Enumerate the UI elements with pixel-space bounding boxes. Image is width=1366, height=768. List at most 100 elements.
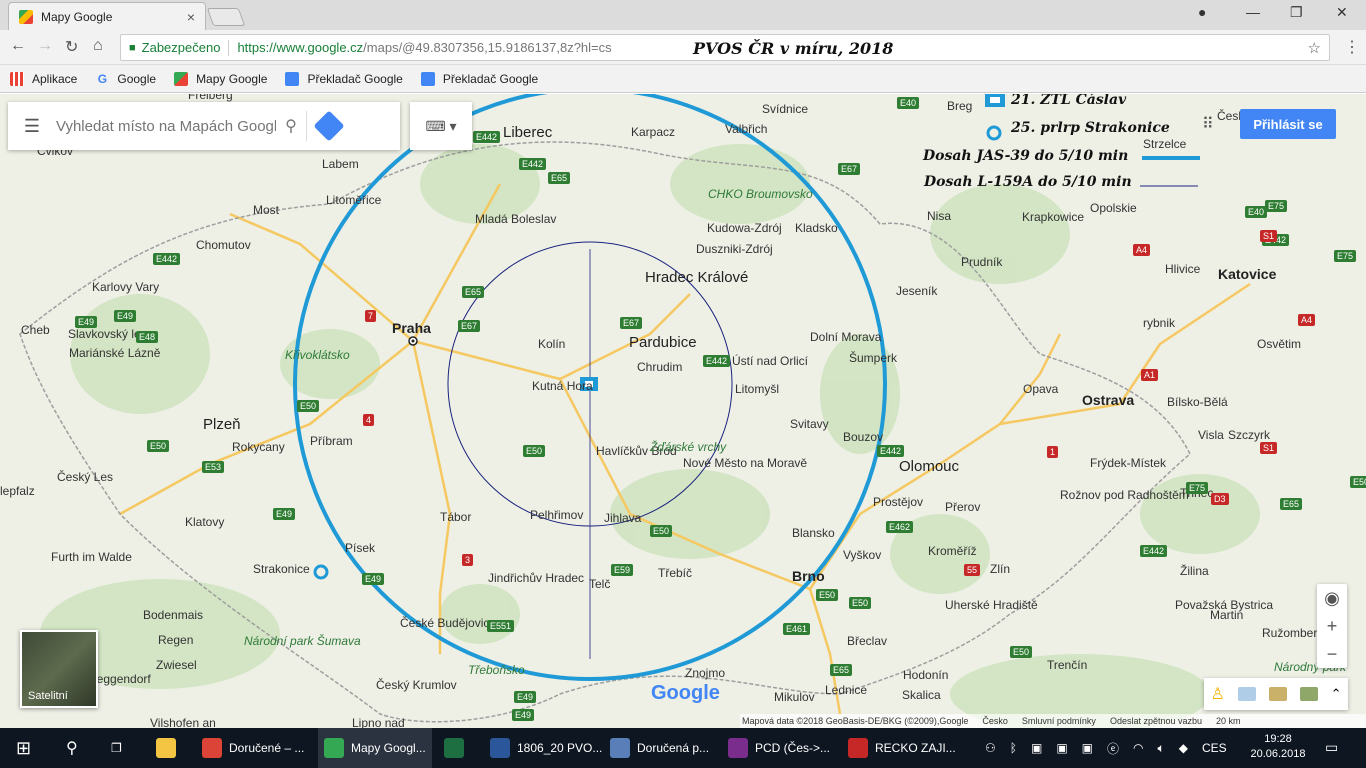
region-link[interactable]: Česko <box>982 716 1008 726</box>
zoom-out-button[interactable]: − <box>1317 640 1347 668</box>
place-label-zlin[interactable]: Zlín <box>990 562 1010 576</box>
place-label-katovice[interactable]: Katovice <box>1218 266 1276 282</box>
place-label-karpacz[interactable]: Karpacz <box>631 125 675 139</box>
place-label-pribram[interactable]: Příbram <box>310 434 353 448</box>
place-label-sumperk[interactable]: Šumperk <box>849 351 897 365</box>
place-label-opolskie[interactable]: Opolskie <box>1090 201 1137 215</box>
place-label-pb[interactable]: Považská Bystrica <box>1175 598 1273 612</box>
zoom-in-button[interactable]: + <box>1317 612 1347 640</box>
place-label-krivo[interactable]: Křivoklátsko <box>285 348 350 362</box>
place-label-valbrich[interactable]: Valbřich <box>725 122 767 136</box>
place-label-prerov[interactable]: Přerov <box>945 500 980 514</box>
place-label-lednice[interactable]: Lednice <box>825 683 867 697</box>
expand-icon[interactable]: ⌃ <box>1331 686 1342 702</box>
place-label-kolin[interactable]: Kolín <box>538 337 565 351</box>
place-label-kladsko[interactable]: Kladsko <box>795 221 838 235</box>
place-label-mb[interactable]: Mladá Boleslav <box>475 212 556 226</box>
pegman-icon[interactable]: ♙ <box>1210 684 1224 704</box>
place-label-prostejov[interactable]: Prostějov <box>873 495 923 509</box>
start-button[interactable]: ⊞ <box>10 728 37 768</box>
place-label-krapkowice[interactable]: Krapkowice <box>1022 210 1084 224</box>
place-label-bielsko[interactable]: Bílsko-Bělá <box>1167 395 1228 409</box>
language-indicator[interactable]: CES <box>1202 741 1227 755</box>
tray-app-icon[interactable]: ⓔ <box>1107 740 1119 757</box>
place-label-prudnik[interactable]: Prudník <box>961 255 1002 269</box>
place-label-most[interactable]: Most <box>253 203 279 217</box>
place-label-freiberg[interactable]: Freiberg <box>188 94 233 102</box>
place-label-nisa[interactable]: Nisa <box>927 209 951 223</box>
layer-thumb-icon[interactable] <box>1299 687 1318 701</box>
place-label-nmnm[interactable]: Nové Město na Moravě <box>683 456 807 470</box>
place-label-klatovy[interactable]: Klatovy <box>185 515 224 529</box>
clock[interactable]: 19:28 20.06.2018 <box>1248 732 1308 762</box>
place-label-brno[interactable]: Brno <box>792 568 825 584</box>
place-label-pisek[interactable]: Písek <box>345 541 375 555</box>
place-label-hodonin[interactable]: Hodonín <box>903 668 948 682</box>
menu-icon[interactable]: ⋮ <box>1344 37 1360 57</box>
place-label-pelhrimov[interactable]: Pelhřimov <box>530 508 583 522</box>
back-icon[interactable]: ← <box>10 37 26 55</box>
place-label-tabor[interactable]: Tábor <box>440 510 471 524</box>
taskbar-app-1[interactable]: Mapy Googl... <box>318 728 432 768</box>
profile-icon[interactable]: ● <box>1198 4 1206 20</box>
place-label-pardubice[interactable]: Pardubice <box>629 334 697 351</box>
new-tab-button[interactable] <box>206 8 246 26</box>
menu-hamburger-icon[interactable]: ☰ <box>8 116 56 137</box>
search-icon[interactable]: ⚲ <box>276 116 306 136</box>
place-label-rokycany[interactable]: Rokycany <box>232 440 285 454</box>
place-label-rybnik[interactable]: rybnik <box>1143 316 1175 330</box>
place-label-ostrava[interactable]: Ostrava <box>1082 392 1134 408</box>
taskbar-app-4[interactable]: Doručená p... <box>604 728 715 768</box>
place-label-strzelce[interactable]: Strzelce <box>1143 137 1186 151</box>
signin-button[interactable]: Přihlásit se <box>1240 109 1336 139</box>
volume-icon[interactable]: 🔈︎ <box>1158 741 1165 756</box>
place-label-kv[interactable]: Karlovy Vary <box>92 280 159 294</box>
place-label-slavkov[interactable]: Slavkovský les <box>68 327 147 341</box>
place-label-zwiesel[interactable]: Zwiesel <box>156 658 197 672</box>
place-label-uh[interactable]: Uherské Hradiště <box>945 598 1038 612</box>
place-label-bouzov[interactable]: Bouzov <box>843 430 883 444</box>
bookmark-apps[interactable]: Aplikace <box>10 71 77 86</box>
layer-thumb-icon[interactable] <box>1268 687 1287 701</box>
minimize-icon[interactable]: — <box>1246 4 1260 20</box>
place-label-kudowa[interactable]: Kudowa-Zdrój <box>707 221 782 235</box>
tray-app-icon[interactable]: ▣ <box>1056 741 1067 755</box>
bookmark-translate-1[interactable]: Překladač Google <box>285 71 403 86</box>
place-label-labem[interactable]: Labem <box>322 157 359 171</box>
bookmark-maps[interactable]: Mapy Google <box>174 71 267 86</box>
reload-icon[interactable]: ↻ <box>65 37 78 57</box>
place-label-trebic[interactable]: Třebíč <box>658 566 692 580</box>
place-label-bodenmais[interactable]: Bodenmais <box>143 608 203 622</box>
place-label-lepfalz[interactable]: lepfalz <box>0 484 35 498</box>
taskbar-app-0[interactable]: Doručené – ... <box>196 728 310 768</box>
bluetooth-icon[interactable]: ᛒ <box>1010 741 1017 755</box>
place-label-osvetim[interactable]: Osvětim <box>1257 337 1301 351</box>
place-label-chomutov[interactable]: Chomutov <box>196 238 251 252</box>
place-label-chrudim[interactable]: Chrudim <box>637 360 682 374</box>
place-label-skalica[interactable]: Skalica <box>902 688 941 702</box>
place-label-dm[interactable]: Dolní Morava <box>810 330 881 344</box>
place-label-znojmo[interactable]: Znojmo <box>685 666 725 680</box>
place-label-roznov[interactable]: Rožnov pod Radhoštěm <box>1060 488 1189 502</box>
place-label-cheb[interactable]: Cheb <box>21 323 50 337</box>
place-label-jihlava[interactable]: Jihlava <box>604 511 641 525</box>
place-label-uno[interactable]: Ústí nad Orlicí <box>732 354 808 368</box>
place-label-szczyrk[interactable]: Szczyrk <box>1228 428 1270 442</box>
place-label-trebon[interactable]: Třeboňsko <box>468 663 525 677</box>
terms-link[interactable]: Smluvní podmínky <box>1022 716 1096 726</box>
explorer-button[interactable] <box>150 728 189 768</box>
people-icon[interactable]: ⚇ <box>985 741 996 755</box>
bookmark-google[interactable]: G Google <box>95 72 156 86</box>
place-label-visla[interactable]: Visla <box>1198 428 1224 442</box>
satellite-toggle[interactable]: Satelitní <box>20 630 98 708</box>
home-icon[interactable]: ⌂ <box>93 37 103 55</box>
input-tools-button[interactable]: ⌨ ▾ <box>410 102 472 150</box>
place-label-jh[interactable]: Jindřichův Hradec <box>488 571 584 585</box>
wifi-icon[interactable]: ◠ <box>1133 741 1143 755</box>
place-label-kutna[interactable]: Kutná Hora <box>532 379 593 393</box>
search-button[interactable]: ⚲ <box>60 728 84 768</box>
close-window-icon[interactable]: ✕ <box>1336 4 1348 21</box>
place-label-ceskyles[interactable]: Český Les <box>57 470 113 484</box>
place-label-broumov[interactable]: CHKO Broumovsko <box>708 187 813 201</box>
place-label-liberec[interactable]: Liberec <box>503 124 552 141</box>
